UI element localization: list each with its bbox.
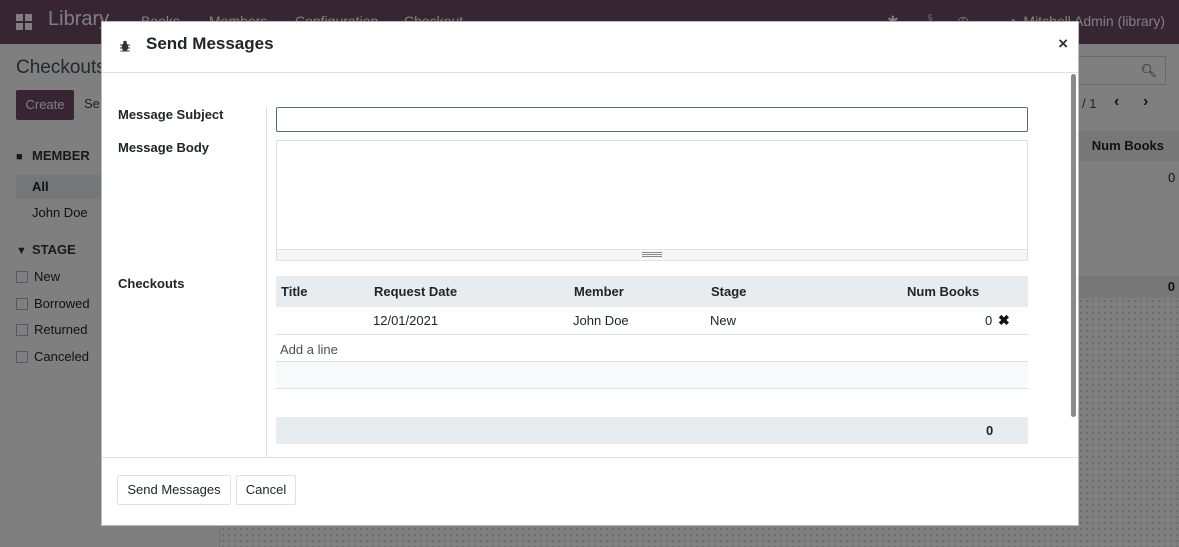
total-num-books: 0	[986, 423, 994, 438]
column-stage[interactable]: Stage	[711, 284, 746, 299]
dialog-footer: Send Messages Cancel	[102, 457, 1078, 525]
cancel-button[interactable]: Cancel	[236, 475, 296, 505]
editor-resize-handle[interactable]	[277, 249, 1027, 260]
checkouts-label: Checkouts	[118, 276, 185, 291]
subject-label: Message Subject	[118, 107, 224, 122]
add-line-row	[276, 335, 1028, 362]
column-title[interactable]: Title	[281, 284, 308, 299]
delete-row-icon[interactable]: ✖	[998, 312, 1010, 329]
message-body-editor[interactable]	[276, 140, 1028, 261]
table-header: Title Request Date Member Stage Num Book…	[276, 276, 1028, 307]
bug-icon	[120, 40, 130, 52]
close-icon[interactable]: ×	[1058, 34, 1068, 54]
send-messages-button[interactable]: Send Messages	[117, 475, 231, 505]
dialog-scrollbar[interactable]	[1070, 74, 1078, 419]
dialog-body: Message Subject Message Body Checkouts T…	[102, 74, 1078, 457]
column-num-books[interactable]: Num Books	[907, 284, 979, 299]
message-subject-input[interactable]	[276, 107, 1028, 132]
table-row[interactable]: 12/01/2021 John Doe New 0 ✖	[276, 307, 1028, 335]
add-line-link[interactable]: Add a line	[280, 342, 338, 357]
table-footer: 0	[276, 417, 1028, 444]
body-label: Message Body	[118, 140, 210, 155]
dialog-header: Send Messages ×	[102, 22, 1078, 73]
grip-icon	[642, 252, 662, 258]
cell-num-books[interactable]: 0	[985, 313, 992, 328]
label-separator	[266, 106, 267, 457]
cell-stage[interactable]: New	[710, 313, 736, 328]
empty-row	[276, 362, 1028, 389]
dialog-title: Send Messages	[146, 34, 274, 53]
cell-request-date[interactable]: 12/01/2021	[373, 313, 438, 328]
send-messages-dialog: Send Messages × Message Subject Message …	[101, 21, 1079, 526]
cell-member[interactable]: John Doe	[573, 313, 629, 328]
column-request-date[interactable]: Request Date	[374, 284, 457, 299]
scrollbar-thumb[interactable]	[1071, 74, 1076, 417]
column-member[interactable]: Member	[574, 284, 624, 299]
